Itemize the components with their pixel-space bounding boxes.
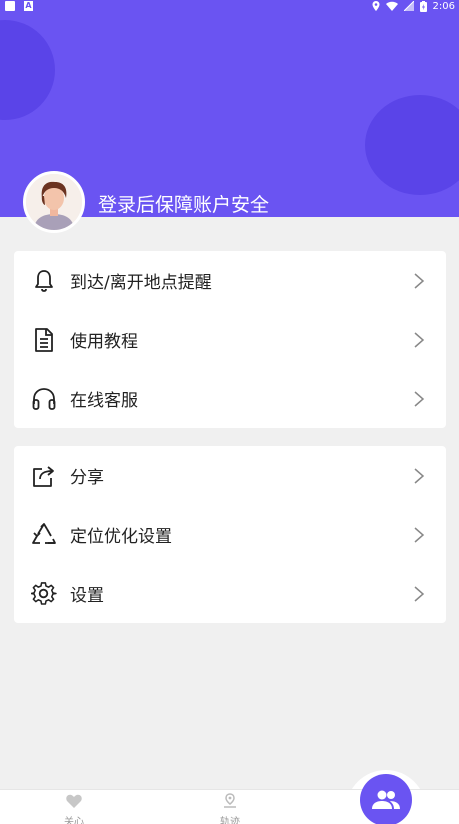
chevron-right-icon <box>414 272 425 289</box>
recycle-icon <box>32 522 56 544</box>
friends-fab-button[interactable] <box>360 774 412 824</box>
chevron-right-icon <box>414 526 425 543</box>
wifi-icon <box>385 1 398 11</box>
notification-square-icon <box>5 1 15 11</box>
menu-item-settings[interactable]: 设置 <box>14 564 446 623</box>
share-icon <box>33 465 54 487</box>
avatar[interactable] <box>23 171 85 233</box>
bell-icon <box>35 269 53 292</box>
menu-item-share[interactable]: 分享 <box>14 446 446 505</box>
location-icon <box>372 1 380 11</box>
nav-tab-track-label: 轨迹 <box>220 817 240 824</box>
status-bar: A 2:06 <box>0 0 459 12</box>
nav-tab-care[interactable]: 关心 <box>54 793 94 824</box>
menu-card-2: 分享 定位优化设置 设置 <box>14 446 446 623</box>
decor-circle-left <box>0 20 55 120</box>
document-icon <box>35 327 53 352</box>
menu-item-label: 使用教程 <box>70 332 138 352</box>
gear-icon <box>31 581 57 605</box>
menu-item-label: 到达/离开地点提醒 <box>70 273 212 293</box>
menu-item-label: 在线客服 <box>70 391 138 411</box>
status-time: 2:06 <box>432 0 455 12</box>
decor-circle-right <box>365 95 459 195</box>
chevron-right-icon <box>414 331 425 348</box>
chevron-right-icon <box>414 390 425 407</box>
nav-tab-care-label: 关心 <box>64 817 84 824</box>
menu-item-arrival-reminder[interactable]: 到达/离开地点提醒 <box>14 251 446 310</box>
menu-item-customer-service[interactable]: 在线客服 <box>14 369 446 428</box>
menu-item-label: 设置 <box>70 586 104 606</box>
headphones-icon <box>32 387 56 410</box>
login-prompt[interactable]: 登录后保障账户安全 <box>98 190 269 217</box>
menu-item-label: 定位优化设置 <box>70 527 172 547</box>
nav-tab-track[interactable]: 轨迹 <box>210 793 250 824</box>
chevron-right-icon <box>414 467 425 484</box>
signal-icon <box>403 1 414 11</box>
menu-item-tutorial[interactable]: 使用教程 <box>14 310 446 369</box>
battery-icon <box>419 0 427 12</box>
menu-item-location-optimization[interactable]: 定位优化设置 <box>14 505 446 564</box>
people-icon <box>372 790 400 809</box>
heart-icon <box>66 794 82 808</box>
chevron-right-icon <box>414 585 425 602</box>
map-pin-icon <box>224 793 236 808</box>
notification-a-icon: A <box>24 1 33 11</box>
menu-card-1: 到达/离开地点提醒 使用教程 在线客服 <box>14 251 446 428</box>
menu-item-label: 分享 <box>70 468 104 488</box>
